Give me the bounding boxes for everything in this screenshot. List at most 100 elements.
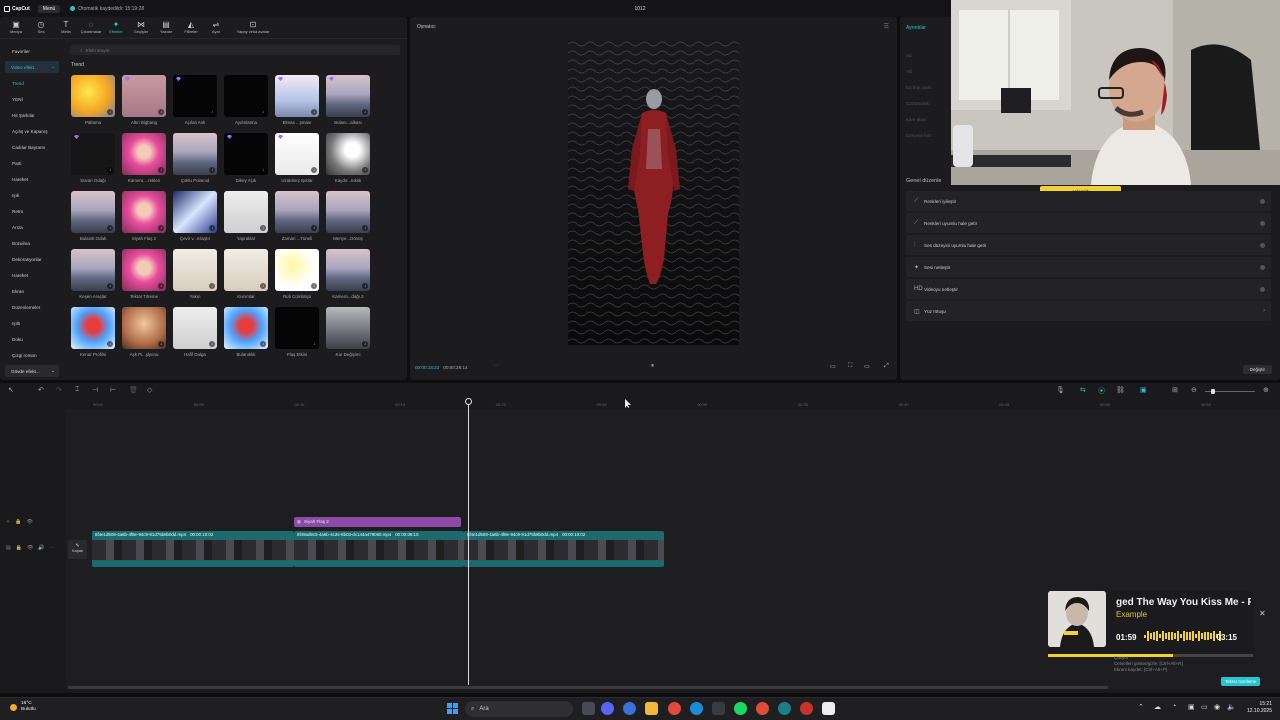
download-icon[interactable]: ↓ xyxy=(311,341,317,347)
effect-item[interactable]: ↓ Kıvrımlar xyxy=(224,249,268,299)
zoom-in-icon[interactable]: ⊕ xyxy=(1263,386,1269,394)
close-icon[interactable]: ✕ xyxy=(1259,609,1266,618)
obs-icon[interactable] xyxy=(800,702,813,715)
fullscreen-icon[interactable]: ⤢ xyxy=(884,363,889,370)
effect-thumbnail[interactable]: ↓ xyxy=(122,191,166,233)
effect-thumbnail[interactable]: ↓ xyxy=(326,249,370,291)
eye-icon[interactable]: 👁 xyxy=(27,545,33,551)
effect-item[interactable]: ↓ Yapraklar xyxy=(224,191,268,241)
feature-row[interactable]: HD Videoyu netleştir xyxy=(906,279,1271,299)
effect-thumbnail[interactable]: ↓ xyxy=(326,133,370,175)
effect-thumbnail[interactable]: ↓ xyxy=(326,307,370,349)
effect-thumbnail[interactable]: ↓ xyxy=(224,191,268,233)
toolbar-item-3[interactable]: ◌ Çıkartmalar xyxy=(81,21,102,35)
effect-thumbnail[interactable]: ↓ xyxy=(224,133,268,175)
download-icon[interactable]: ↓ xyxy=(107,341,113,347)
download-icon[interactable]: ↓ xyxy=(158,283,164,289)
effect-item[interactable]: ↓ Bulanı...alkası xyxy=(326,75,370,125)
download-icon[interactable]: ↓ xyxy=(209,341,215,347)
display-icon[interactable]: ▭ xyxy=(1201,703,1208,711)
preview-axis-icon[interactable]: ▣ xyxy=(1140,386,1147,394)
effect-item[interactable]: ↓ Kamera ...rekleri xyxy=(122,133,166,183)
download-icon[interactable]: ↓ xyxy=(158,167,164,173)
download-icon[interactable]: ↓ xyxy=(158,225,164,231)
network-icon[interactable]: ◉ xyxy=(1214,703,1220,711)
feature-row[interactable]: ⟋ Renkleri iyileştir xyxy=(906,191,1271,211)
feature-toggle[interactable] xyxy=(1260,242,1265,248)
video-clip[interactable]: 8f4e1d508-4a6b-4f8e-94c9-91d75b8b0dd.mp4… xyxy=(92,531,294,567)
effect-thumbnail[interactable]: ↓ xyxy=(275,307,319,349)
body-effects-group[interactable]: Gövde efekt... ⌄ xyxy=(5,365,59,377)
download-icon[interactable]: ↓ xyxy=(209,283,215,289)
cover-button[interactable]: ✎ Kapak xyxy=(68,540,87,559)
select-tool-icon[interactable]: ↖ xyxy=(8,386,14,394)
effect-item[interactable]: ↓ Süvari Odağı xyxy=(71,133,115,183)
effect-thumbnail[interactable]: ↓ xyxy=(173,75,217,117)
download-icon[interactable]: ↓ xyxy=(107,283,113,289)
snap-icon[interactable]: ⊞ xyxy=(1172,386,1178,394)
download-icon[interactable]: ↓ xyxy=(362,341,368,347)
feature-toggle[interactable] xyxy=(1260,220,1265,226)
timeline-scrollbar[interactable] xyxy=(68,686,1108,689)
taskbar-search[interactable]: ⌕ Ara xyxy=(465,701,573,717)
menu-icon[interactable]: ☰ xyxy=(884,23,889,30)
chevron-right-icon[interactable]: › xyxy=(1263,308,1265,314)
effect-clip[interactable]: ◍ Siyah Flaş 2 xyxy=(294,517,461,527)
undo-icon[interactable]: ↶ xyxy=(38,386,44,394)
video-clip[interactable]: 8f49ad9c5-4a6b-4c26-8b03-dc144a478060.mp… xyxy=(294,531,464,567)
category-item[interactable]: Trend xyxy=(0,75,64,91)
effect-thumbnail[interactable]: ↓ xyxy=(173,249,217,291)
category-item[interactable]: Çizgi roman xyxy=(0,347,64,363)
effect-thumbnail[interactable]: ↓ xyxy=(122,75,166,117)
category-item[interactable]: Ekran xyxy=(0,283,64,299)
download-icon[interactable]: ↓ xyxy=(107,225,113,231)
download-icon[interactable]: ↓ xyxy=(311,225,317,231)
spotify-icon[interactable] xyxy=(734,702,747,715)
category-item[interactable]: Işıltı xyxy=(0,315,64,331)
category-favorites[interactable]: Favoriler xyxy=(0,43,64,59)
more-icon[interactable]: ⋯ xyxy=(50,545,55,551)
toolbar-item-1[interactable]: ◷ Ses xyxy=(31,21,51,35)
effect-item[interactable]: ↓ Menye...Dönüş xyxy=(326,191,370,241)
effect-thumbnail[interactable]: ↓ xyxy=(122,133,166,175)
effect-item[interactable]: ↓ Patlama xyxy=(71,75,115,125)
store-icon[interactable] xyxy=(712,702,725,715)
mic-icon[interactable]: 🎙 xyxy=(1056,386,1065,394)
download-icon[interactable]: ↓ xyxy=(209,109,215,115)
copilot-icon[interactable] xyxy=(623,702,636,715)
capcut-taskbar-icon[interactable] xyxy=(822,702,835,715)
discord-icon[interactable] xyxy=(601,702,614,715)
app-icon[interactable] xyxy=(778,702,791,715)
feature-row[interactable]: ⟋ Renkleri uyumlu hale getir xyxy=(906,213,1271,233)
playhead-handle[interactable] xyxy=(465,398,472,405)
clock[interactable]: 15:21 12.10.2025 xyxy=(1247,701,1272,715)
zoom-out-icon[interactable]: ⊖ xyxy=(1191,386,1197,394)
video-clip[interactable]: 8f4e1d508-4a6b-4f8e-94c9-91d75b8b0dd.mp4… xyxy=(464,531,664,567)
effect-item[interactable]: ↓ Keşen Araçlar xyxy=(71,249,115,299)
download-icon[interactable]: ↓ xyxy=(311,167,317,173)
download-icon[interactable]: ↓ xyxy=(158,341,164,347)
chain-icon[interactable]: ⛓ xyxy=(1116,386,1125,394)
category-item[interactable]: Açılış ve Kapanış xyxy=(0,123,64,139)
lock-icon[interactable]: 🔒 xyxy=(16,545,22,551)
category-item[interactable]: Hit Şarkılar xyxy=(0,107,64,123)
toolbar-item-5[interactable]: ⋈ Geçişler xyxy=(131,21,151,35)
effect-item[interactable]: ↓ Elmas ...şması xyxy=(275,75,319,125)
download-icon[interactable]: ↓ xyxy=(260,109,266,115)
effect-thumbnail[interactable]: ↓ xyxy=(224,307,268,349)
category-item[interactable]: Arıza xyxy=(0,219,64,235)
effect-thumbnail[interactable]: ↓ xyxy=(71,133,115,175)
playhead[interactable] xyxy=(465,398,472,685)
download-icon[interactable]: ↓ xyxy=(311,283,317,289)
toolbar-item-4[interactable]: ✦ Efektler xyxy=(106,21,126,35)
download-icon[interactable]: ↓ xyxy=(260,167,266,173)
video-effects-group[interactable]: Video efekt... ⌄ xyxy=(5,61,59,73)
feature-toggle[interactable] xyxy=(1260,264,1265,270)
effect-search-input[interactable]: ⌕ Efekt arayın xyxy=(70,45,400,55)
pause-icon[interactable]: ⏸ xyxy=(651,363,654,370)
delete-icon[interactable]: 🗑 xyxy=(129,386,138,394)
feature-row[interactable]: ✦ Sesi netleştir xyxy=(906,257,1271,277)
feature-toggle[interactable] xyxy=(1260,198,1265,204)
wifi-icon[interactable]: ◔ xyxy=(1172,703,1176,710)
redo-icon[interactable]: ↷ xyxy=(56,386,62,394)
